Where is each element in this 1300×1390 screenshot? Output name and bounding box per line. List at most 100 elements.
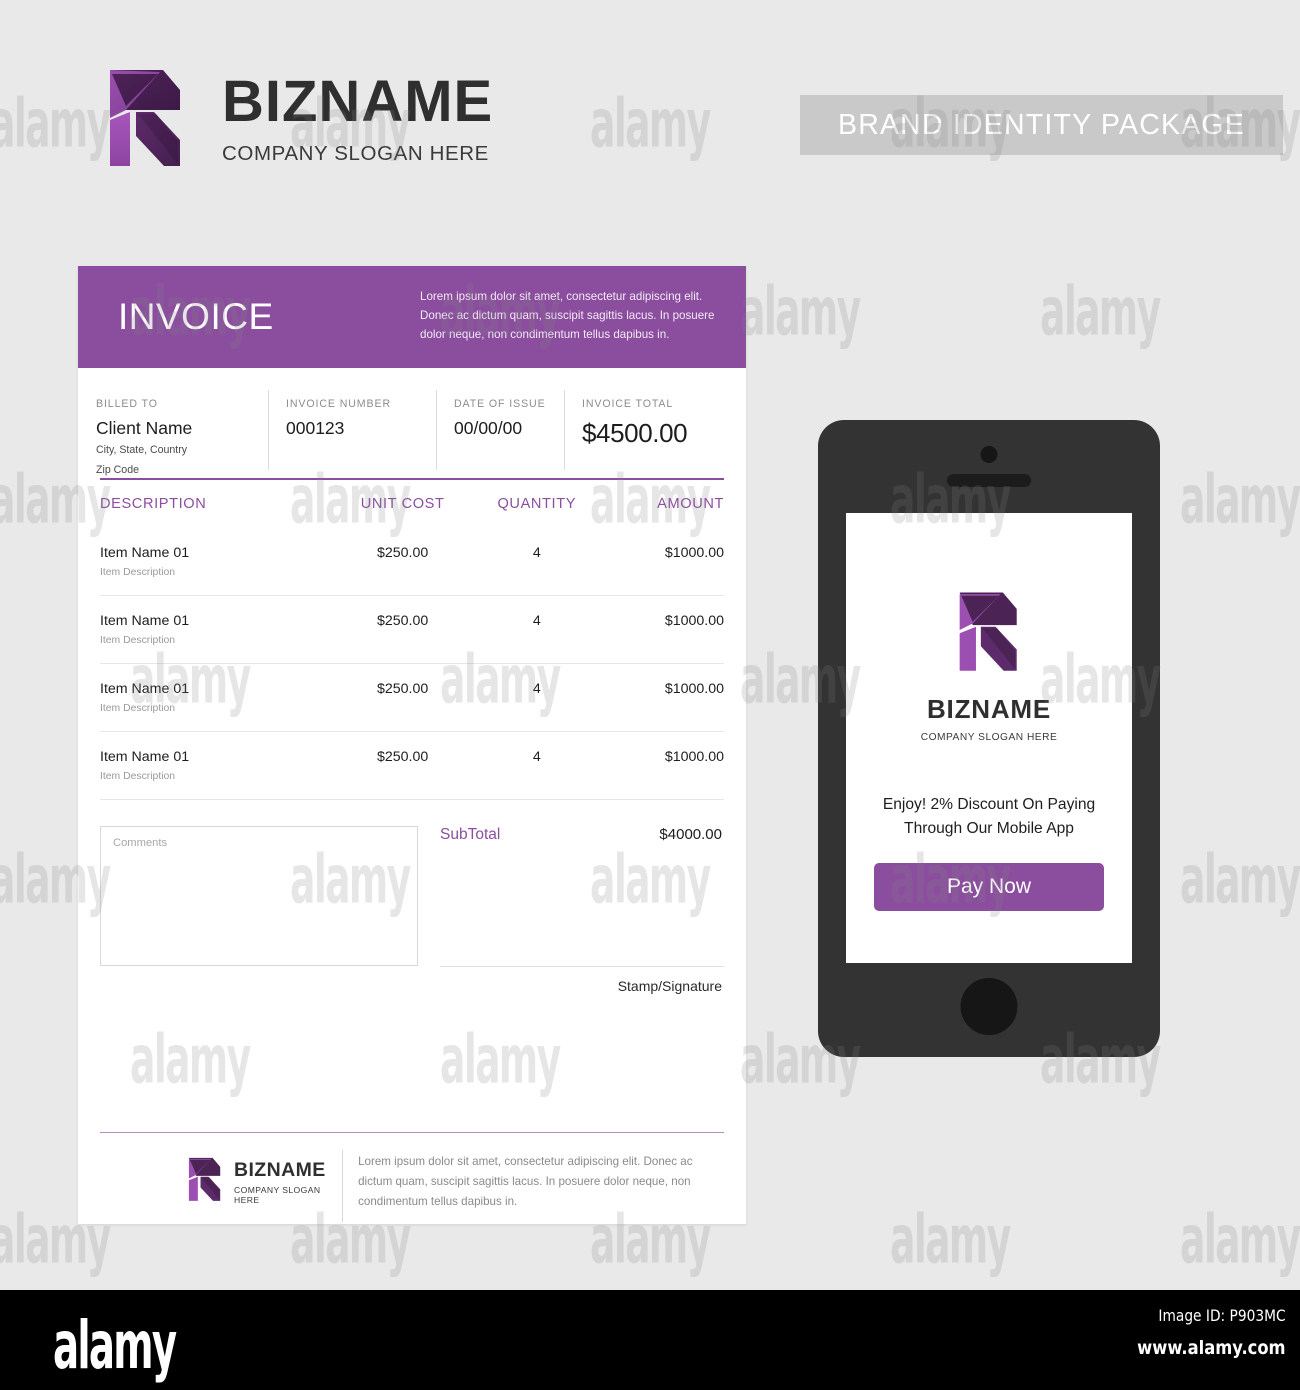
column-header-quantity: QUANTITY xyxy=(497,495,577,512)
cell-unit-cost: $250.00 xyxy=(330,595,475,664)
invoice-number-value: 000123 xyxy=(286,418,345,438)
date-of-issue-block: DATE OF ISSUE 00/00/00 xyxy=(436,390,564,476)
watermark-text: alamy xyxy=(0,84,111,163)
billed-to-address-line1: City, State, Country xyxy=(96,444,188,456)
invoice-title: INVOICE xyxy=(118,296,274,337)
line-items-table: DESCRIPTION UNIT COST QUANTITY AMOUNT It… xyxy=(100,480,724,800)
brand-slogan: COMPANY SLOGAN HERE xyxy=(222,142,489,165)
totals-block: SubTotal $4000.00 Stamp/Signature xyxy=(440,826,724,994)
footer-divider-rule xyxy=(100,1132,724,1134)
footer-brand-name: BIZNAME xyxy=(234,1159,326,1181)
app-brand-name: BIZNAME xyxy=(926,694,1052,724)
footer-logo-icon xyxy=(188,1154,222,1203)
app-promo-text: Enjoy! 2% Discount On Paying Through Our… xyxy=(882,796,1096,838)
invoice-document: INVOICE Lorem ipsum dolor sit amet, cons… xyxy=(78,266,746,1224)
date-of-issue-value: 00/00/00 xyxy=(454,418,523,438)
watermark-text: alamy xyxy=(890,1200,1011,1279)
item-description: Item Description xyxy=(100,702,176,714)
brand-wordmark: BIZNAME COMPANY SLOGAN HERE xyxy=(222,73,493,166)
item-name: Item Name 01 xyxy=(100,680,190,697)
cell-amount: $1000.00 xyxy=(599,663,724,732)
comments-box[interactable]: Comments xyxy=(100,825,418,966)
cell-description: Item Name 01 Item Description xyxy=(100,663,331,732)
cell-description: Item Name 01 Item Description xyxy=(100,731,331,800)
footer-wordmark: BIZNAME COMPANY SLOGAN HERE xyxy=(234,1159,326,1205)
column-header-description: DESCRIPTION xyxy=(100,495,207,512)
phone-screen: BIZNAME COMPANY SLOGAN HERE Enjoy! 2% Di… xyxy=(846,513,1132,963)
table-row: Item Name 01 Item Description $250.00 4 … xyxy=(100,731,724,800)
cell-quantity: 4 xyxy=(474,663,600,732)
billed-to-client-name: Client Name xyxy=(96,418,193,438)
billed-to-label: BILLED TO xyxy=(96,398,158,410)
table-row: Item Name 01 Item Description $250.00 4 … xyxy=(100,663,724,732)
billed-to-address-line2: Zip Code xyxy=(96,463,139,476)
alamy-url[interactable]: www.alamy.com xyxy=(1138,1337,1286,1359)
stamp-signature-label: Stamp/Signature xyxy=(617,977,722,994)
watermark-text: alamy xyxy=(590,84,711,163)
watermark-text: alamy xyxy=(740,272,861,351)
brand-identity-package-label: BRAND IDENTITY PACKAGE xyxy=(837,108,1245,141)
invoice-meta-strip: BILLED TO Client Name City, State, Count… xyxy=(78,368,746,476)
subtotal-row: SubTotal $4000.00 xyxy=(440,826,724,844)
invoice-summary-section: Comments SubTotal $4000.00 Stamp/Signatu… xyxy=(78,800,746,994)
billed-to-block: BILLED TO Client Name City, State, Count… xyxy=(78,398,268,476)
column-header-unit-cost: UNIT COST xyxy=(360,495,445,512)
cell-unit-cost: $250.00 xyxy=(330,663,475,732)
table-row: Item Name 01 Item Description $250.00 4 … xyxy=(100,595,724,664)
cell-unit-cost: $250.00 xyxy=(330,731,475,800)
subtotal-value: $4000.00 xyxy=(659,825,722,843)
item-description: Item Description xyxy=(100,634,176,646)
item-description: Item Description xyxy=(100,770,176,782)
invoice-total-label: INVOICE TOTAL xyxy=(582,398,674,410)
invoice-header-band: INVOICE Lorem ipsum dolor sit amet, cons… xyxy=(78,266,746,368)
invoice-total-block: INVOICE TOTAL $4500.00 xyxy=(564,390,744,476)
invoice-header-description: Lorem ipsum dolor sit amet, consectetur … xyxy=(420,290,715,341)
cell-unit-cost: $250.00 xyxy=(330,527,475,596)
alamy-footer-bar: alamy Image ID: P903MC www.alamy.com xyxy=(0,1290,1300,1390)
table-header-row: DESCRIPTION UNIT COST QUANTITY AMOUNT xyxy=(100,480,724,528)
item-name: Item Name 01 xyxy=(100,612,190,629)
comments-placeholder: Comments xyxy=(113,836,168,849)
table-row: Item Name 01 Item Description $250.00 4 … xyxy=(100,527,724,596)
item-name: Item Name 01 xyxy=(100,748,190,765)
subtotal-label: SubTotal xyxy=(440,825,501,843)
cell-amount: $1000.00 xyxy=(599,731,724,800)
cell-description: Item Name 01 Item Description xyxy=(100,595,331,664)
watermark-text: alamy xyxy=(1040,272,1161,351)
phone-mockup: BIZNAME COMPANY SLOGAN HERE Enjoy! 2% Di… xyxy=(818,420,1160,1057)
brand-identity-package-banner: BRAND IDENTITY PACKAGE xyxy=(800,95,1283,155)
totals-divider xyxy=(440,965,724,967)
brand-name: BIZNAME xyxy=(222,69,494,134)
invoice-footer: BIZNAME COMPANY SLOGAN HERE Lorem ipsum … xyxy=(100,1150,724,1222)
watermark-text: alamy xyxy=(1180,460,1300,539)
invoice-total-value: $4500.00 xyxy=(582,418,688,448)
invoice-number-label: INVOICE NUMBER xyxy=(286,398,392,410)
item-name: Item Name 01 xyxy=(100,544,190,561)
watermark-text: alamy xyxy=(1180,1200,1300,1279)
phone-home-button[interactable] xyxy=(960,978,1018,1035)
brand-logo-icon xyxy=(108,62,184,170)
watermark-text: alamy xyxy=(1180,840,1300,919)
phone-speaker-icon xyxy=(947,474,1031,487)
cell-amount: $1000.00 xyxy=(599,595,724,664)
cell-quantity: 4 xyxy=(474,595,600,664)
pay-now-button[interactable]: Pay Now xyxy=(874,863,1104,912)
date-of-issue-label: DATE OF ISSUE xyxy=(454,398,546,410)
cell-amount: $1000.00 xyxy=(599,527,724,596)
cell-description: Item Name 01 Item Description xyxy=(100,527,331,596)
footer-brand-slogan: COMPANY SLOGAN HERE xyxy=(234,1185,321,1205)
app-logo-icon xyxy=(958,586,1020,674)
app-brand-slogan: COMPANY SLOGAN HERE xyxy=(920,732,1058,743)
alamy-image-id: Image ID: P903MC xyxy=(1158,1306,1286,1325)
alamy-metadata: Image ID: P903MC www.alamy.com xyxy=(1113,1306,1286,1359)
footer-description: Lorem ipsum dolor sit amet, consectetur … xyxy=(358,1155,693,1208)
invoice-number-block: INVOICE NUMBER 000123 xyxy=(268,390,436,476)
page-canvas: BIZNAME COMPANY SLOGAN HERE BRAND IDENTI… xyxy=(0,0,1300,1390)
item-description: Item Description xyxy=(100,566,176,578)
column-header-amount: AMOUNT xyxy=(657,495,724,512)
line-items-section: DESCRIPTION UNIT COST QUANTITY AMOUNT It… xyxy=(78,478,746,800)
cell-quantity: 4 xyxy=(474,527,600,596)
cell-quantity: 4 xyxy=(474,731,600,800)
phone-camera-icon xyxy=(980,446,998,463)
alamy-logo: alamy xyxy=(53,1308,177,1385)
